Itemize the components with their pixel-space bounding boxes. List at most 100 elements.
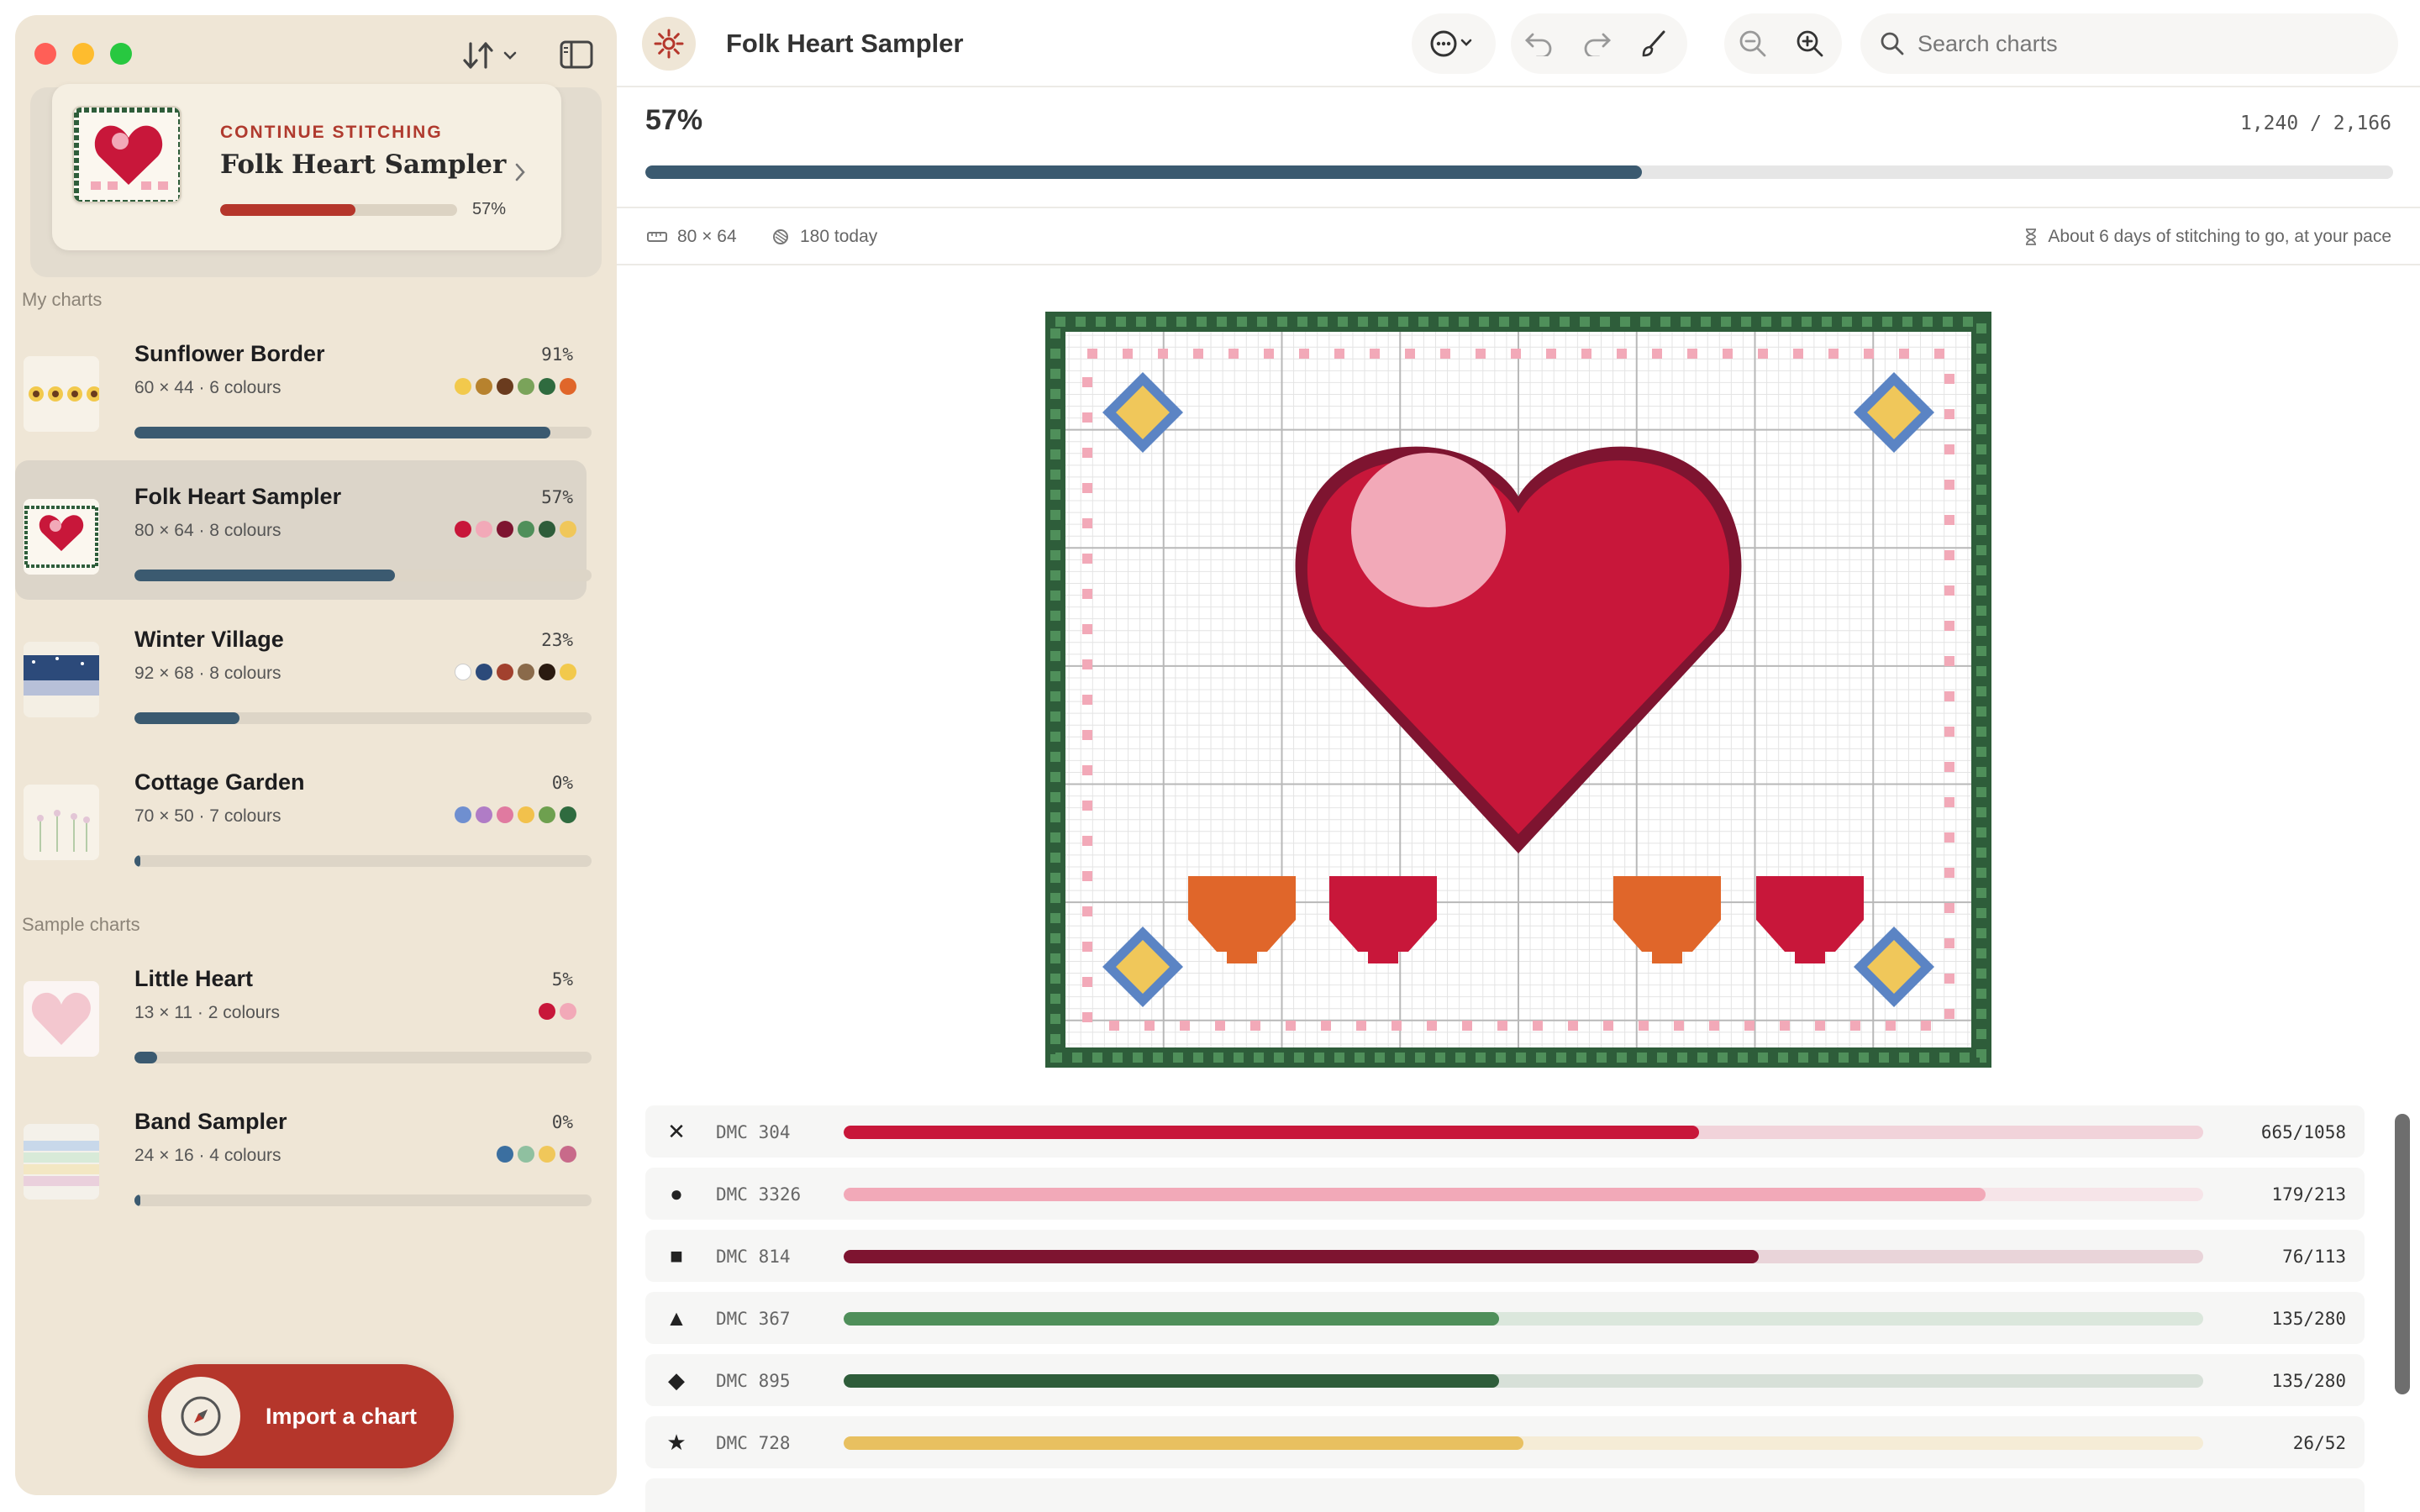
chart-list-item[interactable]: Winter Village 92 × 68 · 8 colours 23% bbox=[15, 603, 592, 743]
chart-meta: 60 × 44 · 6 colours bbox=[134, 378, 281, 397]
window-close-button[interactable] bbox=[34, 43, 56, 65]
brush-button[interactable] bbox=[1625, 13, 1682, 74]
colour-swatch bbox=[539, 1146, 555, 1163]
chart-percent: 5% bbox=[551, 969, 573, 990]
continue-percent: 57% bbox=[472, 200, 507, 218]
stats-row: 80 × 64 180 today About 6 days of stitch… bbox=[617, 207, 2420, 265]
chart-swatches bbox=[455, 521, 576, 538]
thread-progress-bar bbox=[844, 1250, 2203, 1263]
redo-button[interactable] bbox=[1568, 13, 1625, 74]
chart-swatches bbox=[455, 664, 576, 680]
search-field[interactable] bbox=[1860, 13, 2398, 74]
chart-swatches bbox=[455, 378, 576, 395]
chart-meta: 13 × 11 · 2 colours bbox=[134, 1003, 280, 1022]
more-menu-button[interactable] bbox=[1412, 13, 1496, 74]
chart-progress-bar bbox=[134, 1052, 592, 1063]
thread-count: 135/280 bbox=[2271, 1371, 2346, 1391]
window-minimize-button[interactable] bbox=[72, 43, 94, 65]
chart-list-item[interactable]: Little Heart 13 × 11 · 2 colours 5% bbox=[15, 942, 592, 1082]
import-chart-button[interactable]: Import a chart bbox=[148, 1364, 454, 1468]
colour-swatch bbox=[518, 378, 534, 395]
window-zoom-button[interactable] bbox=[110, 43, 132, 65]
ruler-icon bbox=[647, 232, 667, 242]
chart-meta: 70 × 50 · 7 colours bbox=[134, 806, 281, 826]
colour-swatch bbox=[455, 664, 471, 680]
thread-name: DMC 367 bbox=[716, 1309, 791, 1329]
chart-progress-bar bbox=[134, 570, 592, 581]
chart-progress-bar bbox=[134, 712, 592, 724]
continue-stitching-card[interactable]: CONTINUE STITCHING Folk Heart Sampler 57… bbox=[52, 84, 561, 250]
compass-icon bbox=[161, 1377, 240, 1456]
thread-legend-row[interactable]: ★ DMC 728 26/52 bbox=[645, 1416, 2365, 1468]
chart-list-item[interactable]: Band Sampler 24 × 16 · 4 colours 0% bbox=[15, 1085, 592, 1225]
thread-legend-row[interactable] bbox=[645, 1478, 2365, 1512]
colour-swatch bbox=[476, 664, 492, 680]
thread-icon bbox=[773, 229, 788, 244]
chart-title: Little Heart bbox=[134, 966, 254, 991]
thread-legend-row[interactable]: ✕ DMC 304 665/1058 bbox=[645, 1105, 2365, 1158]
thread-count: 179/213 bbox=[2271, 1184, 2346, 1205]
import-chart-label: Import a chart bbox=[266, 1403, 418, 1429]
chart-title: Winter Village bbox=[134, 627, 284, 652]
colour-swatch bbox=[476, 806, 492, 823]
colour-swatch bbox=[455, 806, 471, 823]
pattern-chart-canvas[interactable] bbox=[1045, 312, 1991, 1068]
chart-meta: 24 × 16 · 4 colours bbox=[134, 1146, 281, 1165]
thread-symbol-icon: ● bbox=[670, 1180, 683, 1206]
toggle-sidebar-button[interactable] bbox=[560, 40, 593, 71]
colour-swatch bbox=[518, 521, 534, 538]
dimensions-label: 80 × 64 bbox=[677, 227, 737, 246]
chart-progress-fill bbox=[134, 855, 140, 867]
chevron-right-icon bbox=[513, 161, 528, 189]
sort-icon bbox=[463, 42, 493, 69]
continue-chart-title: Folk Heart Sampler bbox=[220, 150, 507, 180]
colour-swatch bbox=[518, 1146, 534, 1163]
chart-progress-bar bbox=[134, 1194, 592, 1206]
colour-swatch bbox=[518, 664, 534, 680]
chart-list-item[interactable]: Folk Heart Sampler 80 × 64 · 8 colours 57% bbox=[15, 460, 592, 600]
thread-symbol-icon: ✕ bbox=[667, 1118, 686, 1144]
thread-progress-bar bbox=[844, 1312, 2203, 1326]
chart-swatches bbox=[455, 806, 576, 823]
chart-progress-fill bbox=[134, 1194, 140, 1206]
thread-name: DMC 3326 bbox=[716, 1184, 802, 1205]
continue-kicker: CONTINUE STITCHING bbox=[220, 123, 443, 142]
chart-progress-bar bbox=[134, 855, 592, 867]
zoom-in-icon bbox=[1797, 30, 1823, 57]
colour-swatch bbox=[539, 664, 555, 680]
settings-button[interactable] bbox=[642, 17, 696, 71]
overall-progress-bar bbox=[645, 165, 2393, 179]
undo-button[interactable] bbox=[1511, 13, 1568, 74]
chart-list-item[interactable]: Cottage Garden 70 × 50 · 7 colours 0% bbox=[15, 746, 592, 885]
thread-symbol-icon: ◆ bbox=[668, 1367, 685, 1393]
thread-legend-row[interactable]: ◆ DMC 895 135/280 bbox=[645, 1354, 2365, 1406]
chart-progress-fill bbox=[134, 712, 240, 724]
search-input[interactable] bbox=[1918, 13, 2371, 74]
colour-swatch bbox=[539, 378, 555, 395]
chart-meta: 92 × 68 · 8 colours bbox=[134, 664, 281, 683]
overall-progress-fill bbox=[645, 165, 1642, 179]
colour-swatch bbox=[476, 521, 492, 538]
stitch-count: 1,240 / 2,166 bbox=[2239, 113, 2391, 134]
legend-scrollbar[interactable] bbox=[2395, 1114, 2410, 1394]
thread-progress-fill bbox=[844, 1250, 1759, 1263]
chart-swatches bbox=[497, 1146, 576, 1163]
thread-legend-row[interactable]: ● DMC 3326 179/213 bbox=[645, 1168, 2365, 1220]
chart-list-item[interactable]: Sunflower Border 60 × 44 · 6 colours 91% bbox=[15, 318, 592, 457]
document-title: Folk Heart Sampler bbox=[726, 29, 964, 58]
zoom-out-button[interactable] bbox=[1724, 13, 1781, 74]
thread-legend-row[interactable]: ■ DMC 814 76/113 bbox=[645, 1230, 2365, 1282]
colour-swatch bbox=[539, 1003, 555, 1020]
chart-percent: 0% bbox=[551, 773, 573, 793]
colour-swatch bbox=[539, 806, 555, 823]
brush-icon bbox=[1642, 30, 1665, 57]
sort-menu-button[interactable] bbox=[460, 37, 528, 74]
colour-swatch bbox=[560, 1003, 576, 1020]
colour-swatch bbox=[497, 806, 513, 823]
overall-progress-percent: 57% bbox=[645, 104, 703, 136]
thread-legend-row[interactable]: ▲ DMC 367 135/280 bbox=[645, 1292, 2365, 1344]
sidebar-icon bbox=[560, 40, 593, 69]
thread-progress-bar bbox=[844, 1436, 2203, 1450]
chart-meta: 80 × 64 · 8 colours bbox=[134, 521, 281, 540]
zoom-in-button[interactable] bbox=[1781, 13, 1839, 74]
